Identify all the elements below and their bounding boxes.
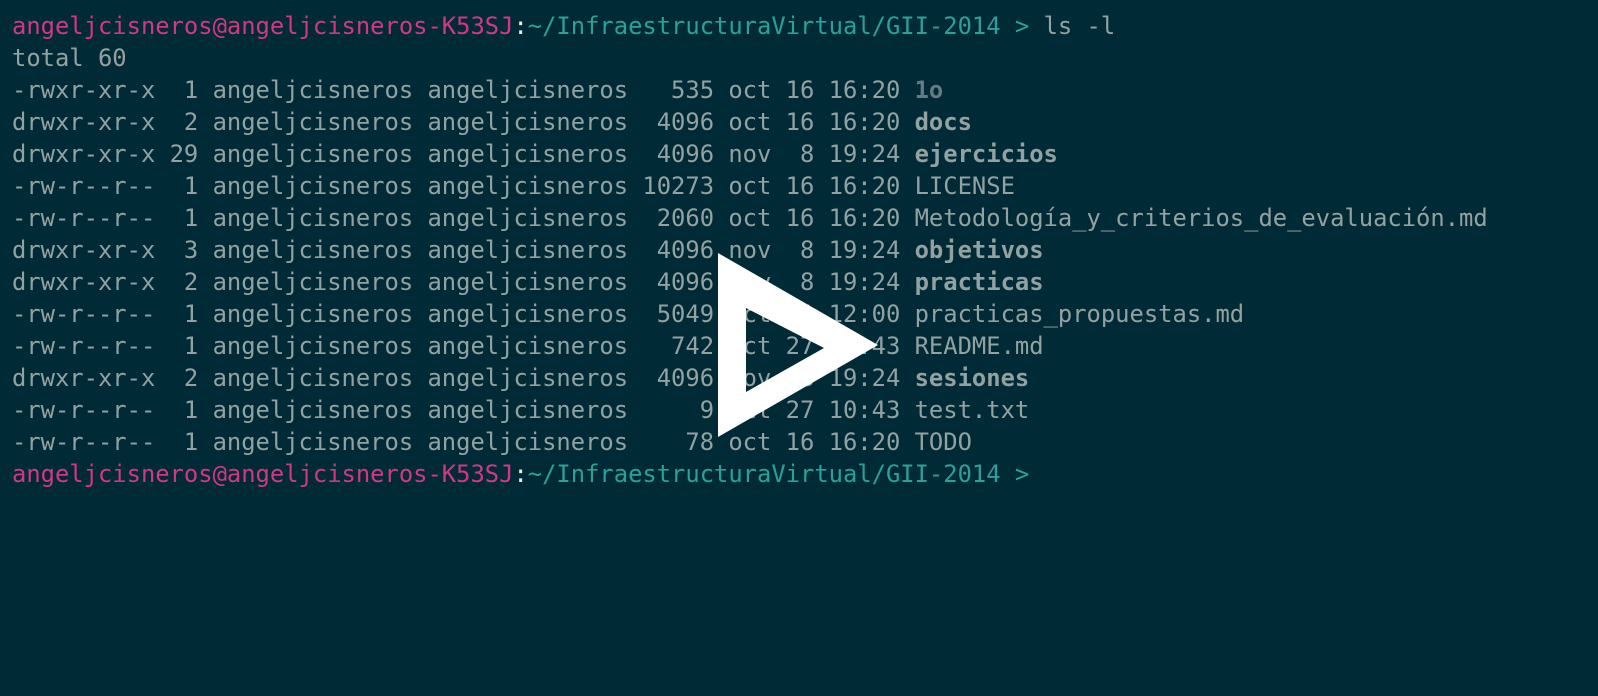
prompt-symbol: > — [1000, 460, 1044, 488]
listing-filename: 1o — [914, 76, 944, 104]
prompt-user-host: angeljcisneros@angeljcisneros-K53SJ — [12, 460, 514, 488]
listing-filename: Metodología_y_criterios_de_evaluación.md — [914, 204, 1488, 232]
listing-meta: -rwxr-xr-x 1 angeljcisneros angeljcisner… — [12, 76, 915, 104]
prompt-user-host: angeljcisneros@angeljcisneros-K53SJ — [12, 12, 514, 40]
listing-filename: practicas — [914, 268, 1044, 296]
prompt-separator: : — [513, 460, 528, 488]
listing-filename: ejercicios — [914, 140, 1058, 168]
listing-row: -rw-r--r-- 1 angeljcisneros angeljcisner… — [12, 202, 1586, 234]
listing-filename: README.md — [914, 332, 1044, 360]
listing-filename: TODO — [914, 428, 972, 456]
prompt-path: ~/InfraestructuraVirtual/GII-2014 — [527, 460, 1001, 488]
listing-filename: docs — [914, 108, 972, 136]
prompt-path: ~/InfraestructuraVirtual/GII-2014 — [527, 12, 1001, 40]
listing-filename: test.txt — [914, 396, 1030, 424]
listing-meta: drwxr-xr-x 29 angeljcisneros angeljcisne… — [12, 140, 915, 168]
prompt-symbol: > — [1000, 12, 1044, 40]
prompt-separator: : — [513, 12, 528, 40]
listing-filename: LICENSE — [914, 172, 1015, 200]
listing-meta: -rw-r--r-- 1 angeljcisneros angeljcisner… — [12, 172, 915, 200]
play-icon — [718, 253, 878, 437]
listing-row: drwxr-xr-x 29 angeljcisneros angeljcisne… — [12, 138, 1586, 170]
listing-row: drwxr-xr-x 2 angeljcisneros angeljcisner… — [12, 106, 1586, 138]
listing-filename: practicas_propuestas.md — [914, 300, 1245, 328]
listing-row: -rw-r--r-- 1 angeljcisneros angeljcisner… — [12, 170, 1586, 202]
listing-meta: drwxr-xr-x 2 angeljcisneros angeljcisner… — [12, 108, 915, 136]
prompt-line-command: angeljcisneros@angeljcisneros-K53SJ:~/In… — [12, 10, 1586, 42]
listing-filename: objetivos — [914, 236, 1044, 264]
listing-filename: sesiones — [914, 364, 1030, 392]
play-button[interactable] — [705, 250, 885, 450]
prompt-line-idle: angeljcisneros@angeljcisneros-K53SJ:~/In… — [12, 458, 1586, 490]
listing-meta: -rw-r--r-- 1 angeljcisneros angeljcisner… — [12, 204, 915, 232]
listing-row: -rwxr-xr-x 1 angeljcisneros angeljcisner… — [12, 74, 1586, 106]
total-line: total 60 — [12, 44, 127, 72]
command-text: ls -l — [1043, 12, 1116, 40]
